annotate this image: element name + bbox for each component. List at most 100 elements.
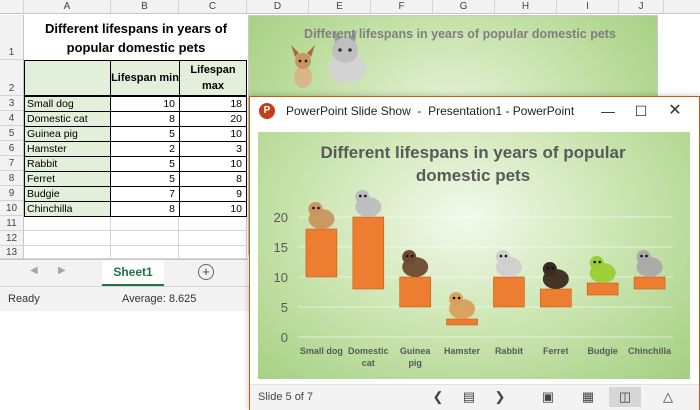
lifespan-min-cell[interactable]: 10 bbox=[110, 96, 180, 112]
sheet-tab-sheet1[interactable]: Sheet1 bbox=[102, 260, 164, 286]
cell-b13[interactable] bbox=[111, 246, 179, 259]
cell-a12[interactable] bbox=[24, 231, 111, 246]
column-header-d[interactable]: D bbox=[247, 0, 309, 14]
cell-a11[interactable] bbox=[24, 216, 111, 231]
lifespan-max-cell[interactable]: 3 bbox=[179, 141, 247, 157]
bar-budgie bbox=[586, 282, 619, 296]
row-header-6[interactable]: 6 bbox=[0, 141, 24, 156]
add-sheet-icon[interactable]: + bbox=[198, 264, 214, 280]
x-tick-label: Budgie bbox=[587, 346, 618, 356]
sheet-title-cell[interactable]: Different lifespans in years of popular … bbox=[25, 15, 247, 60]
column-header-a[interactable]: A bbox=[24, 0, 111, 14]
row-header-11[interactable]: 11 bbox=[0, 216, 24, 231]
previous-slide-icon[interactable]: ❮ bbox=[424, 387, 452, 407]
sheet-tab-bar: ◀ ▶ Sheet1 + bbox=[0, 259, 248, 286]
lifespan-min-cell[interactable]: 5 bbox=[110, 171, 180, 187]
lifespan-max-cell[interactable]: 20 bbox=[179, 111, 247, 127]
pet-name-cell[interactable]: Ferret bbox=[24, 171, 111, 187]
cell-c11[interactable] bbox=[179, 216, 247, 231]
pet-picture-chinchilla bbox=[636, 250, 663, 277]
pet-name-cell[interactable]: Budgie bbox=[24, 186, 111, 202]
column-header-f[interactable]: F bbox=[371, 0, 433, 14]
pet-picture-small-dog bbox=[308, 202, 335, 229]
row-header-13[interactable]: 13 bbox=[0, 246, 24, 259]
y-tick-label: 10 bbox=[274, 270, 288, 285]
lifespan-max-cell[interactable]: 8 bbox=[179, 171, 247, 187]
all-slides-icon[interactable]: ▤ bbox=[455, 387, 483, 407]
maximize-button[interactable]: ☐ bbox=[628, 101, 654, 121]
cell-c13[interactable] bbox=[179, 246, 247, 259]
row-header-10[interactable]: 10 bbox=[0, 201, 24, 216]
pet-name-cell[interactable]: Guinea pig bbox=[24, 126, 111, 142]
column-header-b[interactable]: B bbox=[111, 0, 179, 14]
lifespan-min-cell[interactable]: 2 bbox=[110, 141, 180, 157]
bar-domestic-cat bbox=[352, 216, 385, 290]
lifespan-min-cell[interactable]: 5 bbox=[110, 126, 180, 142]
pet-picture-rabbit bbox=[495, 250, 522, 277]
pet-name-cell[interactable]: Domestic cat bbox=[24, 111, 111, 127]
pet-picture-guinea-pig bbox=[402, 250, 429, 277]
lifespan-max-cell[interactable]: 9 bbox=[179, 186, 247, 202]
pet-name-cell[interactable]: Chinchilla bbox=[24, 201, 111, 217]
row-header-12[interactable]: 12 bbox=[0, 231, 24, 246]
cell-c12[interactable] bbox=[179, 231, 247, 246]
slide-counter: Slide 5 of 7 bbox=[258, 391, 314, 403]
lifespan-min-cell[interactable]: 8 bbox=[110, 111, 180, 127]
floating-bar-chart: 0 5 10 15 20 Small dog Domestic cat Guinea pig Ham… bbox=[274, 190, 673, 368]
slide-canvas[interactable]: Different lifespans in years of popular … bbox=[258, 132, 690, 379]
column-header-e[interactable]: E bbox=[309, 0, 371, 14]
row-header-2[interactable]: 2 bbox=[0, 60, 24, 96]
row-header-4[interactable]: 4 bbox=[0, 111, 24, 126]
slide-show-view-icon[interactable]: △ bbox=[654, 387, 682, 407]
status-ready-text: Ready bbox=[8, 293, 40, 305]
x-tick-label: Rabbit bbox=[495, 346, 523, 356]
slide-sorter-icon[interactable]: ▦ bbox=[574, 387, 602, 407]
row-header-1[interactable]: 1 bbox=[0, 15, 24, 60]
bar-chinchilla bbox=[633, 276, 666, 290]
pet-name-cell[interactable]: Rabbit bbox=[24, 156, 111, 172]
lifespan-max-cell[interactable]: 10 bbox=[179, 156, 247, 172]
minimize-button[interactable]: — bbox=[595, 101, 621, 121]
scroll-tabs-left-icon[interactable]: ◀ bbox=[30, 265, 38, 276]
ppt-title-bar[interactable]: P PowerPoint Slide Show - Presentation1 … bbox=[250, 97, 699, 125]
pet-picture-domestic-cat bbox=[355, 190, 382, 217]
lifespan-max-cell[interactable]: 10 bbox=[179, 126, 247, 142]
cell-a13[interactable] bbox=[24, 246, 111, 259]
pet-name-cell[interactable]: Hamster bbox=[24, 141, 111, 157]
row-header-3[interactable]: 3 bbox=[0, 96, 24, 111]
column-header-h[interactable]: H bbox=[495, 0, 557, 14]
column-header-j[interactable]: J bbox=[619, 0, 664, 14]
row-header-7[interactable]: 7 bbox=[0, 156, 24, 171]
reading-view-icon[interactable]: ◫ bbox=[609, 387, 641, 407]
ppt-window-title: PowerPoint Slide Show - Presentation1 - … bbox=[286, 104, 575, 118]
normal-view-icon[interactable]: ▣ bbox=[534, 387, 562, 407]
close-button[interactable]: ✕ bbox=[662, 101, 688, 121]
y-tick-label: 5 bbox=[281, 300, 288, 315]
cell-b11[interactable] bbox=[111, 216, 179, 231]
select-all-corner[interactable] bbox=[0, 0, 24, 14]
lifespan-min-cell[interactable]: 8 bbox=[110, 201, 180, 217]
lifespan-max-cell[interactable]: 10 bbox=[179, 201, 247, 217]
pet-picture-hamster bbox=[449, 292, 476, 319]
x-tick-label: Domestic bbox=[348, 346, 389, 356]
lifespan-max-cell[interactable]: 18 bbox=[179, 96, 247, 112]
column-header-g[interactable]: G bbox=[433, 0, 495, 14]
scroll-tabs-right-icon[interactable]: ▶ bbox=[58, 265, 66, 276]
next-slide-icon[interactable]: ❯ bbox=[486, 387, 514, 407]
row-header-9[interactable]: 9 bbox=[0, 186, 24, 201]
row-header-8[interactable]: 8 bbox=[0, 171, 24, 186]
header-cell-pet[interactable] bbox=[24, 60, 111, 96]
row-header-5[interactable]: 5 bbox=[0, 126, 24, 141]
powerpoint-slideshow-window[interactable]: P PowerPoint Slide Show - Presentation1 … bbox=[249, 96, 700, 410]
y-tick-label: 20 bbox=[274, 210, 288, 225]
pet-name-cell[interactable]: Small dog bbox=[24, 96, 111, 112]
slideshow-control-bar: Slide 5 of 7 ❮ ▤ ❯ ▣ ▦ ◫ △ bbox=[250, 384, 699, 410]
column-header-c[interactable]: C bbox=[179, 0, 247, 14]
x-tick-label: cat bbox=[362, 358, 375, 368]
lifespan-min-cell[interactable]: 7 bbox=[110, 186, 180, 202]
header-cell-lifespan-max[interactable]: Lifespan max bbox=[179, 60, 247, 96]
header-cell-lifespan-min[interactable]: Lifespan min bbox=[110, 60, 180, 96]
cell-b12[interactable] bbox=[111, 231, 179, 246]
column-header-i[interactable]: I bbox=[557, 0, 619, 14]
lifespan-min-cell[interactable]: 5 bbox=[110, 156, 180, 172]
